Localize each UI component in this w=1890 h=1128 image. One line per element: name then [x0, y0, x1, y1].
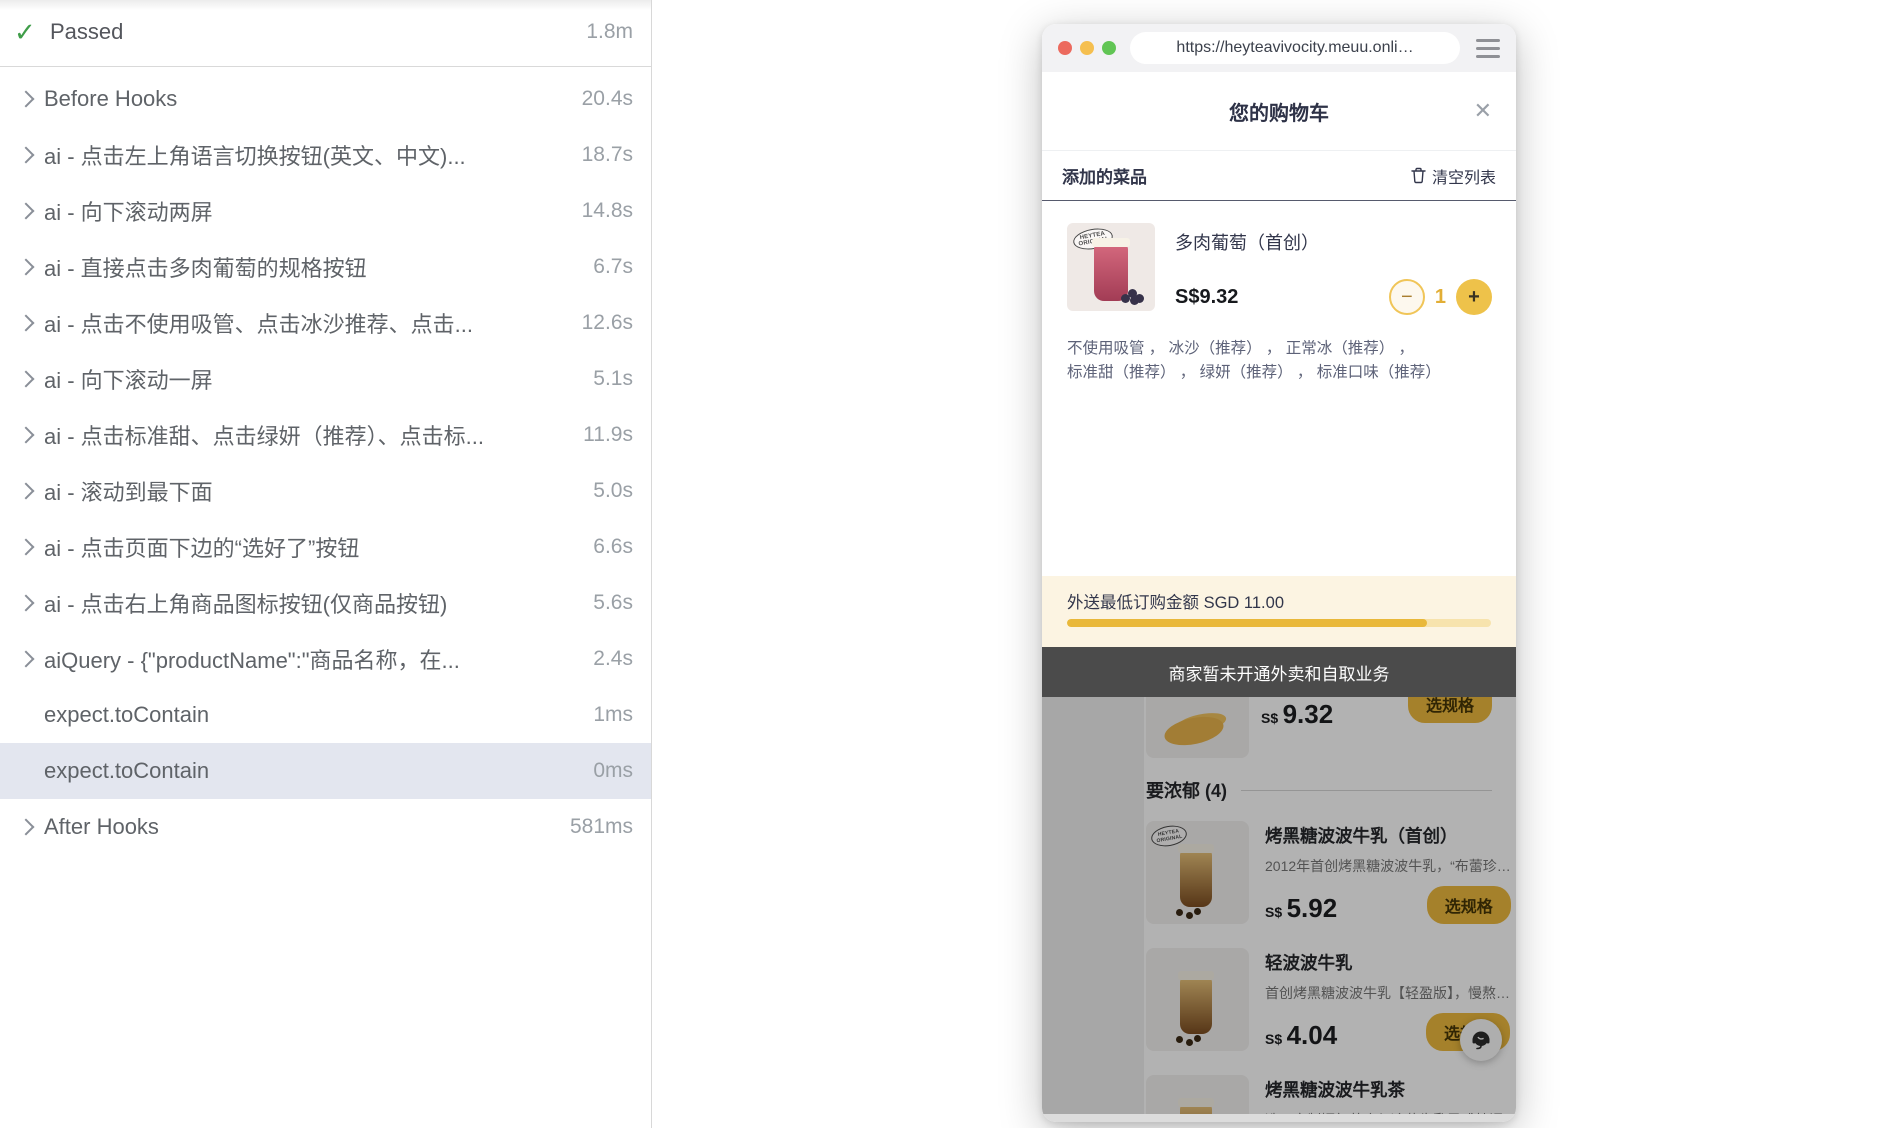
test-result-duration: 1.8m — [586, 20, 633, 44]
cart-item-main: 多肉葡萄（首创） S$9.32 − 1 + — [1175, 223, 1496, 311]
options-line-1: 不使用吸管 ， 冰沙（推荐） ， 正常冰（推荐） ， — [1067, 337, 1496, 361]
test-step-row[interactable]: aiQuery - {"productName":"商品名称，在... 2.4s — [0, 631, 651, 687]
phone-emulator-window: https://heyteavivocity.meuu.onli… 您的购物车 … — [1042, 24, 1516, 1122]
cart-item-name: 多肉葡萄（首创） — [1175, 229, 1496, 255]
menu-hamburger-icon[interactable] — [1476, 39, 1500, 58]
test-step-row[interactable]: expect.toContain 0ms — [0, 743, 651, 799]
progress-fill — [1067, 619, 1427, 627]
test-steps-panel: ✓ Passed 1.8m Before Hooks 20.4s ai - 点击… — [0, 0, 652, 1128]
cart-item-row: HEYTEA ORIGINAL 多肉葡萄（首创） S$9.32 − 1 + — [1042, 201, 1516, 311]
test-step-duration: 1ms — [593, 703, 633, 727]
url-bar[interactable]: https://heyteavivocity.meuu.onli… — [1130, 32, 1460, 64]
test-step-label: expect.toContain — [44, 758, 579, 784]
cart-titlebar: 您的购物车 ✕ — [1042, 72, 1516, 150]
test-step-row[interactable]: Before Hooks 20.4s — [0, 71, 651, 127]
zoom-traffic-light[interactable] — [1102, 41, 1116, 55]
clear-cart-label: 清空列表 — [1432, 164, 1496, 188]
test-step-row[interactable]: expect.toContain 1ms — [0, 687, 651, 743]
test-step-duration: 18.7s — [582, 143, 633, 167]
test-step-label: expect.toContain — [44, 702, 579, 728]
traffic-lights — [1058, 41, 1116, 55]
quantity-stepper: − 1 + — [1389, 279, 1492, 315]
test-step-duration: 6.6s — [593, 535, 633, 559]
panel-divider — [0, 66, 651, 67]
test-step-label: ai - 向下滚动一屏 — [44, 363, 579, 395]
merchant-notice-banner: 商家暂未开通外卖和自取业务 — [1042, 647, 1516, 697]
test-step-row[interactable]: After Hooks 581ms — [0, 799, 651, 855]
merchant-notice-text: 商家暂未开通外卖和自取业务 — [1169, 660, 1390, 685]
min-order-text: 外送最低订购金额 SGD 11.00 — [1042, 576, 1516, 613]
test-step-row[interactable]: ai - 直接点击多肉葡萄的规格按钮 6.7s — [0, 239, 651, 295]
test-step-label: aiQuery - {"productName":"商品名称，在... — [44, 643, 579, 675]
test-step-label: ai - 点击左上角语言切换按钮(英文、中文)... — [44, 139, 568, 171]
test-step-label: ai - 点击标准甜、点击绿妍（推荐）、点击标... — [44, 419, 569, 451]
close-icon[interactable]: ✕ — [1474, 98, 1492, 124]
test-step-duration: 2.4s — [593, 647, 633, 671]
clear-cart-button[interactable]: 清空列表 — [1411, 164, 1496, 188]
cart-section-title: 添加的菜品 — [1062, 163, 1411, 188]
increase-quantity-button[interactable]: + — [1456, 279, 1492, 315]
test-step-row[interactable]: ai - 点击左上角语言切换按钮(英文、中文)... 18.7s — [0, 127, 651, 183]
screenshot-canvas: ✓ Passed 1.8m Before Hooks 20.4s ai - 点击… — [0, 0, 1890, 1128]
modal-dim-overlay[interactable] — [1042, 697, 1516, 1114]
test-step-duration: 6.7s — [593, 255, 633, 279]
test-step-label: ai - 向下滚动两屏 — [44, 195, 568, 227]
test-step-list: Before Hooks 20.4s ai - 点击左上角语言切换按钮(英文、中… — [0, 71, 651, 855]
minimize-traffic-light[interactable] — [1080, 41, 1094, 55]
min-order-progress-track — [1067, 619, 1491, 627]
test-step-duration: 14.8s — [582, 199, 633, 223]
test-result-label: Passed — [50, 19, 572, 45]
test-step-label: ai - 点击页面下边的“选好了”按钮 — [44, 531, 579, 563]
quantity-value: 1 — [1435, 286, 1446, 309]
cart-item-image: HEYTEA ORIGINAL — [1067, 223, 1155, 311]
test-step-label: Before Hooks — [44, 86, 568, 112]
test-step-row[interactable]: ai - 向下滚动一屏 5.1s — [0, 351, 651, 407]
decrease-quantity-button[interactable]: − — [1389, 279, 1425, 315]
trash-icon — [1411, 167, 1426, 184]
report-stage: https://heyteavivocity.meuu.onli… 您的购物车 … — [653, 0, 1890, 1128]
test-step-label: ai - 直接点击多肉葡萄的规格按钮 — [44, 251, 579, 283]
test-step-row[interactable]: ai - 点击右上角商品图标按钮(仅商品按钮) 5.6s — [0, 575, 651, 631]
close-traffic-light[interactable] — [1058, 41, 1072, 55]
test-step-duration: 0ms — [593, 759, 633, 783]
grapes-decor — [1121, 285, 1147, 303]
test-step-duration: 11.9s — [583, 423, 633, 447]
test-step-duration: 5.0s — [593, 479, 633, 503]
options-line-2: 标准甜（推荐） ， 绿妍（推荐） ， 标准口味（推荐） — [1067, 361, 1496, 385]
cart-title: 您的购物车 — [1229, 97, 1329, 126]
test-step-duration: 581ms — [570, 815, 633, 839]
cart-item-options: 不使用吸管 ， 冰沙（推荐） ， 正常冰（推荐） ， 标准甜（推荐） ， 绿妍（… — [1042, 311, 1516, 385]
test-step-duration: 20.4s — [582, 87, 633, 111]
test-step-duration: 5.1s — [593, 367, 633, 391]
check-icon: ✓ — [14, 17, 44, 48]
dimmed-menu-page: S$ 9.32 选规格 要浓郁 (4) HEYTEA ORIGINAL — [1042, 697, 1516, 1114]
test-step-row[interactable]: ai - 向下滚动两屏 14.8s — [0, 183, 651, 239]
cart-item-price: S$9.32 — [1175, 286, 1238, 309]
test-step-label: After Hooks — [44, 814, 556, 840]
test-step-row[interactable]: ai - 点击标准甜、点击绿妍（推荐）、点击标... 11.9s — [0, 407, 651, 463]
test-step-label: ai - 点击右上角商品图标按钮(仅商品按钮) — [44, 587, 579, 619]
test-step-label: ai - 滚动到最下面 — [44, 475, 579, 507]
test-step-row[interactable]: ai - 滚动到最下面 5.0s — [0, 463, 651, 519]
test-step-duration: 5.6s — [593, 591, 633, 615]
test-step-row[interactable]: ai - 点击不使用吸管、点击冰沙推荐、点击... 12.6s — [0, 295, 651, 351]
cart-section-row: 添加的菜品 清空列表 — [1042, 151, 1516, 200]
browser-chrome: https://heyteavivocity.meuu.onli… — [1042, 24, 1516, 72]
test-step-duration: 12.6s — [582, 311, 633, 335]
phone-bottom-bar — [1042, 1114, 1516, 1122]
test-step-row[interactable]: ai - 点击页面下边的“选好了”按钮 6.6s — [0, 519, 651, 575]
test-result-row[interactable]: ✓ Passed 1.8m — [0, 0, 651, 64]
min-order-banner: 外送最低订购金额 SGD 11.00 — [1042, 576, 1516, 647]
url-text: https://heyteavivocity.meuu.onli… — [1176, 39, 1413, 57]
test-step-label: ai - 点击不使用吸管、点击冰沙推荐、点击... — [44, 307, 568, 339]
